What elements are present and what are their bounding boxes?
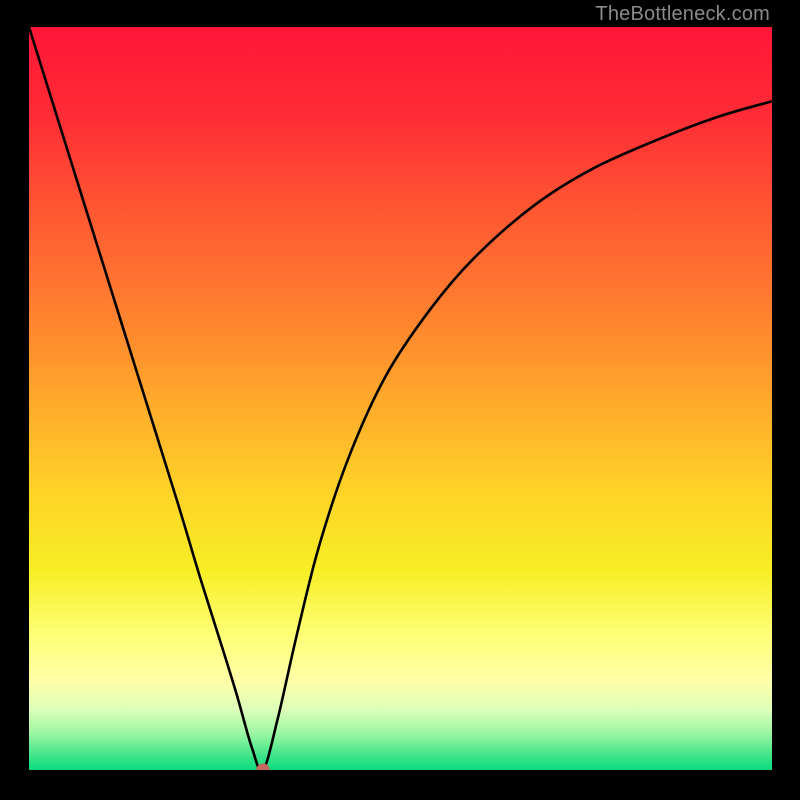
- plot-area: [29, 27, 772, 772]
- chart-frame: TheBottleneck.com: [0, 0, 800, 800]
- bottleneck-curve: [29, 27, 772, 770]
- watermark-text: TheBottleneck.com: [595, 3, 770, 26]
